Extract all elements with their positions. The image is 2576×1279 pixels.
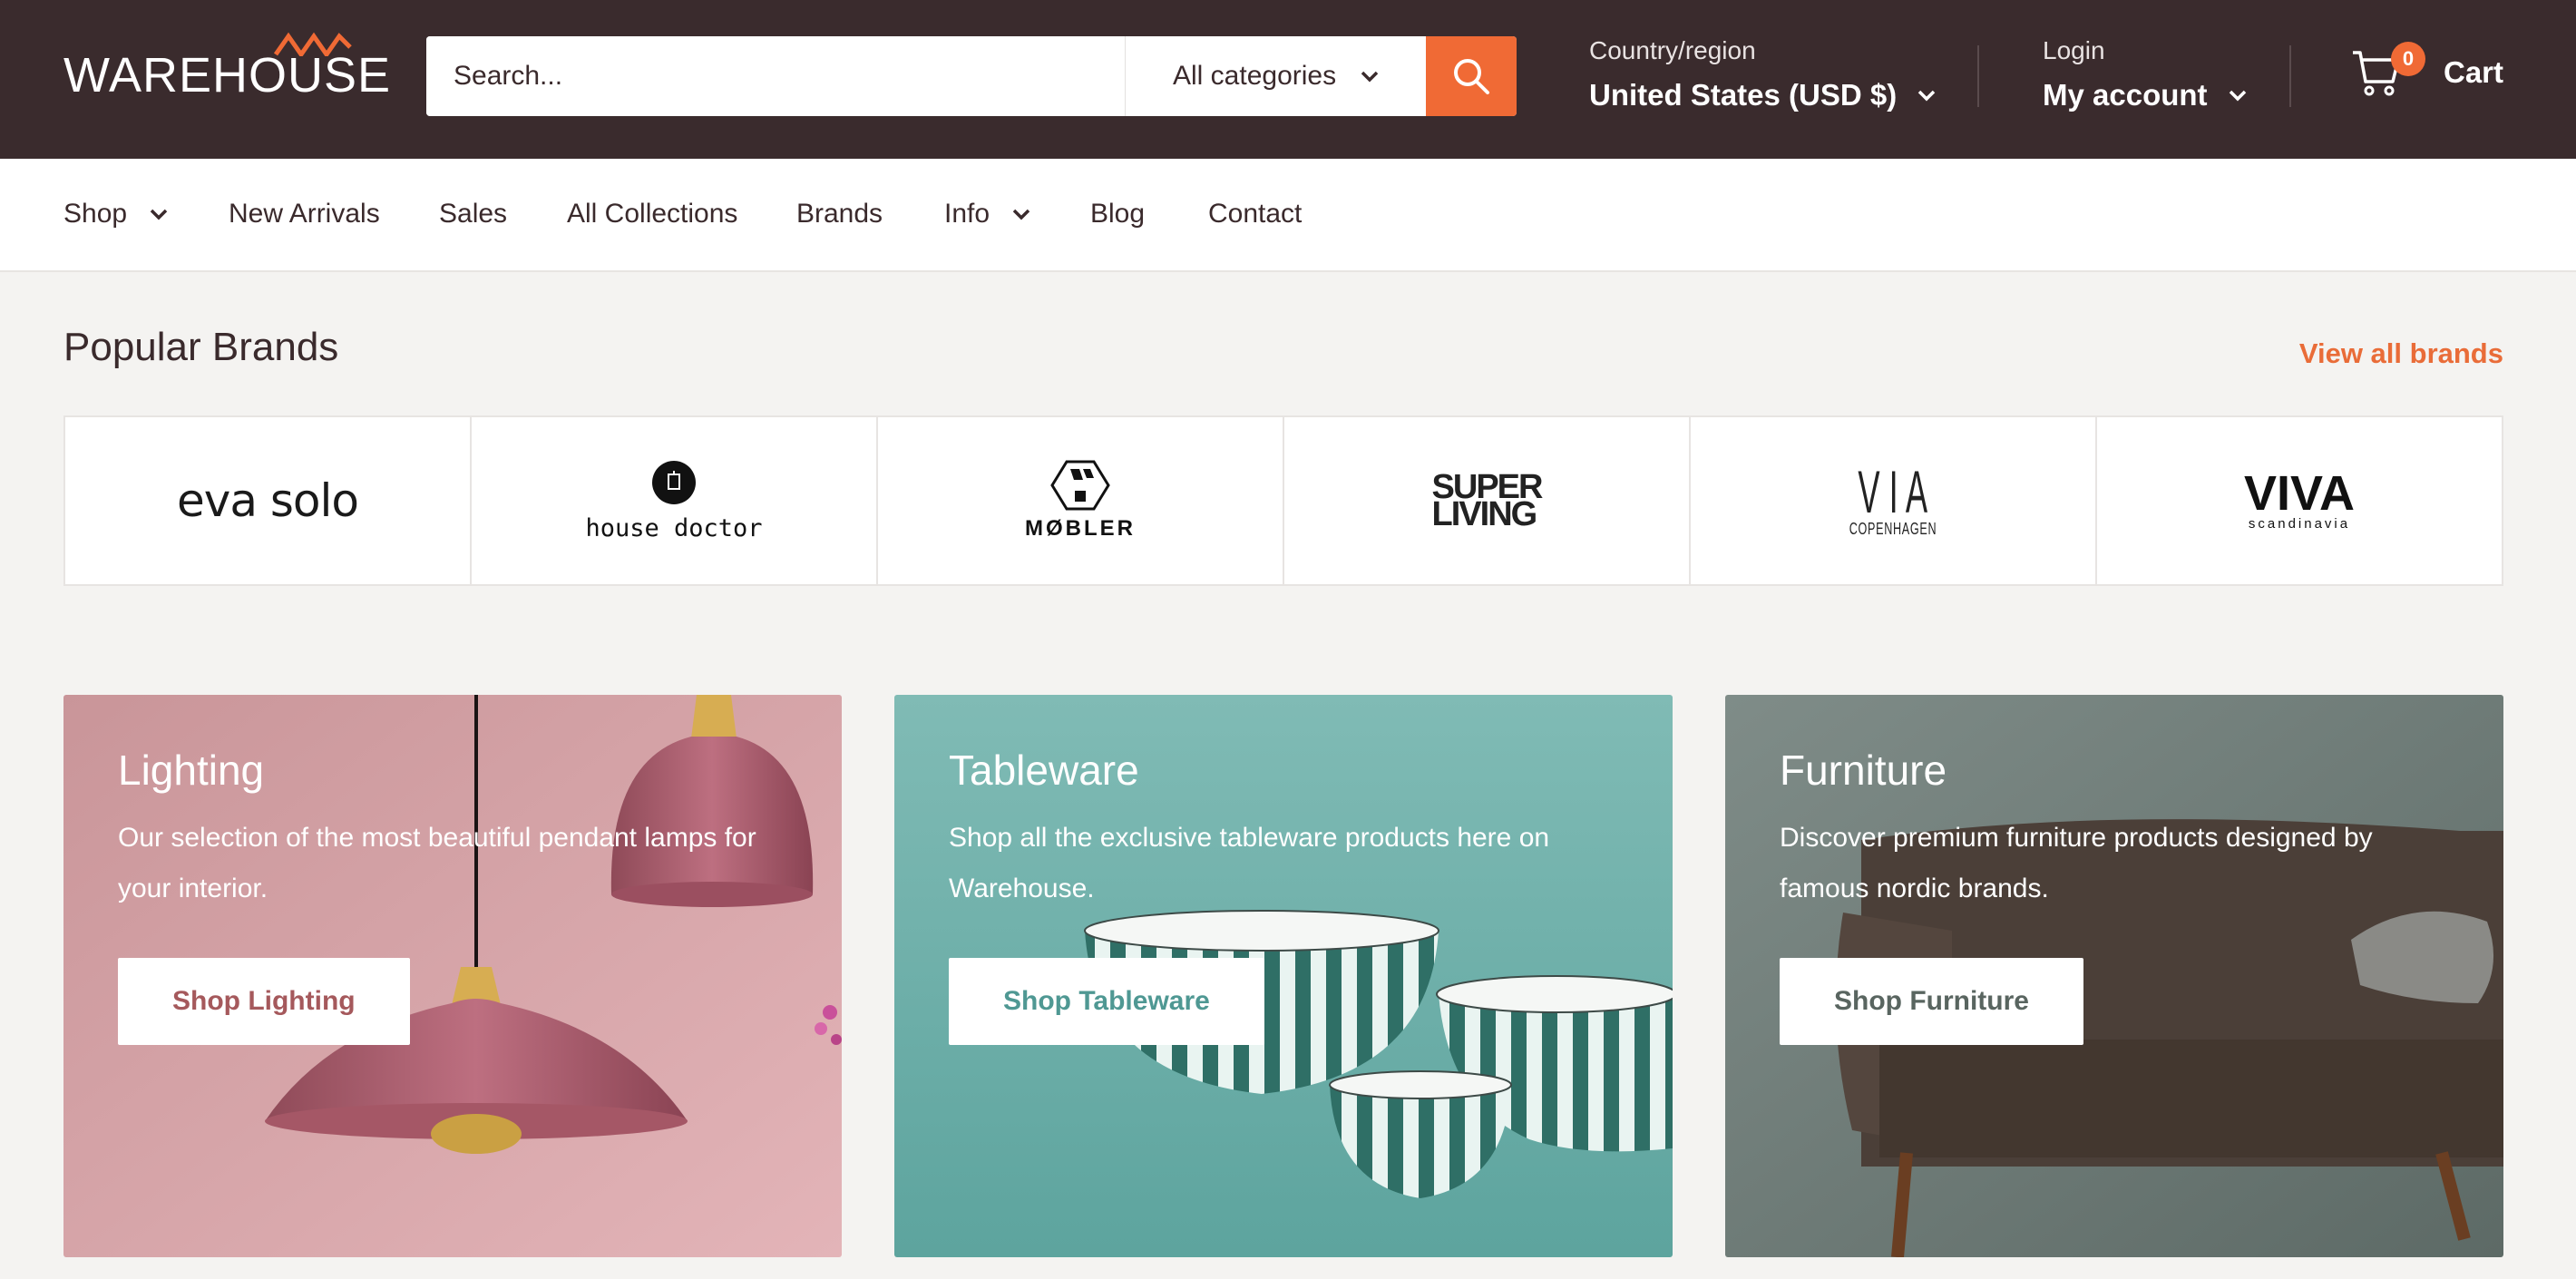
site-header: WAREHOUSE All categories Country/region … bbox=[0, 0, 2576, 159]
cart-label: Cart bbox=[2444, 55, 2504, 89]
country-label: Country/region bbox=[1589, 36, 1756, 64]
house-doctor-logo-mark-icon bbox=[651, 460, 696, 504]
card-title: Furniture bbox=[1780, 747, 1947, 794]
brand-mobler[interactable]: MØBLER bbox=[878, 417, 1284, 584]
super-living-logo: SUPER LIVING bbox=[1431, 470, 1544, 533]
nav-item-sales[interactable]: Sales bbox=[439, 199, 507, 229]
chevron-down-icon bbox=[1917, 90, 1936, 102]
super-living-line-2: LIVING bbox=[1431, 495, 1538, 533]
card-description: Discover premium furniture products desi… bbox=[1780, 823, 2373, 903]
header-divider bbox=[2289, 45, 2291, 107]
search-input[interactable] bbox=[426, 36, 1125, 116]
nav-item-label: Sales bbox=[439, 199, 508, 229]
nav-item-shop[interactable]: Shop bbox=[63, 199, 169, 229]
shop-tableware-button[interactable]: Shop Tableware bbox=[949, 958, 1264, 1045]
viva-logo-main: VIVA bbox=[2243, 465, 2356, 521]
via-logo-main: V I A bbox=[1858, 457, 1928, 525]
brand-eva-solo[interactable]: eva solo bbox=[65, 417, 472, 584]
nav-item-label: Brands bbox=[796, 199, 883, 229]
category-select[interactable]: All categories bbox=[1125, 36, 1399, 116]
card-title: Lighting bbox=[118, 747, 265, 794]
search-icon bbox=[1454, 59, 1489, 94]
shop-lighting-button[interactable]: Shop Lighting bbox=[118, 958, 410, 1045]
login-label: Login bbox=[2043, 36, 2105, 64]
category-select-label: All categories bbox=[1173, 61, 1337, 91]
eva-solo-logo: eva solo bbox=[176, 474, 359, 527]
logo-text: WAREHOUSE bbox=[63, 48, 392, 103]
chevron-down-icon bbox=[1012, 209, 1030, 220]
nav-item-label: New Arrivals bbox=[229, 199, 380, 229]
nav-item-all-collections[interactable]: All Collections bbox=[567, 199, 737, 229]
nav-item-brands[interactable]: Brands bbox=[796, 199, 883, 229]
chevron-down-icon bbox=[150, 209, 168, 220]
section-title-popular-brands: Popular Brands bbox=[63, 325, 339, 369]
header-divider bbox=[1977, 45, 1979, 107]
chevron-down-icon bbox=[1361, 71, 1379, 83]
brand-super-living[interactable]: SUPER LIVING bbox=[1284, 417, 1691, 584]
view-all-brands-link[interactable]: View all brands bbox=[2299, 337, 2503, 370]
mobler-logo-mark-icon bbox=[1050, 460, 1110, 511]
country-value: United States (USD $) bbox=[1589, 78, 1898, 112]
via-logo-sub: COPENHAGEN bbox=[1849, 519, 1937, 538]
search-button[interactable] bbox=[1426, 36, 1517, 116]
nav-item-label: All Collections bbox=[567, 199, 738, 229]
card-description: Our selection of the most beautiful pend… bbox=[118, 823, 756, 903]
nav-item-label: Blog bbox=[1090, 199, 1146, 229]
brand-logo-strip: eva solo house doctor MØBLER SUPER LIVIN… bbox=[63, 415, 2503, 586]
nav-item-label: Shop bbox=[63, 199, 128, 229]
country-selector[interactable]: Country/region United States (USD $) bbox=[1589, 36, 1937, 112]
account-menu[interactable]: Login My account bbox=[2043, 36, 2248, 112]
brand-via-copenhagen[interactable]: V I A COPENHAGEN bbox=[1691, 417, 2097, 584]
promo-card-lighting[interactable]: Lighting Our selection of the most beaut… bbox=[63, 695, 842, 1257]
mobler-logo: MØBLER bbox=[1025, 516, 1136, 541]
nav-item-contact[interactable]: Contact bbox=[1208, 199, 1302, 229]
promo-card-tableware[interactable]: Tableware Shop all the exclusive tablewa… bbox=[894, 695, 1673, 1257]
card-description: Shop all the exclusive tableware product… bbox=[949, 823, 1550, 903]
nav-item-blog[interactable]: Blog bbox=[1090, 199, 1145, 229]
brand-viva-scandinavia[interactable]: VIVA scandinavia bbox=[2097, 417, 2502, 584]
warehouse-logo[interactable]: WAREHOUSE bbox=[63, 27, 390, 109]
chevron-down-icon bbox=[2229, 90, 2246, 102]
promo-card-furniture[interactable]: Furniture Discover premium furniture pro… bbox=[1725, 695, 2503, 1257]
cart-button[interactable]: 0 Cart bbox=[2351, 42, 2504, 98]
card-title: Tableware bbox=[949, 747, 1139, 794]
account-label: My account bbox=[2043, 78, 2208, 112]
house-doctor-logo: house doctor bbox=[585, 513, 763, 542]
shop-furniture-button[interactable]: Shop Furniture bbox=[1780, 958, 2083, 1045]
nav-item-label: Info bbox=[944, 199, 990, 229]
brand-house-doctor[interactable]: house doctor bbox=[472, 417, 878, 584]
viva-logo-sub: scandinavia bbox=[2248, 515, 2351, 532]
main-navigation: Shop New Arrivals Sales All Collections … bbox=[0, 159, 2576, 272]
nav-item-label: Contact bbox=[1208, 199, 1303, 229]
nav-item-info[interactable]: Info bbox=[944, 199, 1031, 229]
nav-item-new-arrivals[interactable]: New Arrivals bbox=[229, 199, 380, 229]
search-bar: All categories bbox=[426, 36, 1517, 116]
cart-count-badge: 0 bbox=[2391, 42, 2425, 76]
